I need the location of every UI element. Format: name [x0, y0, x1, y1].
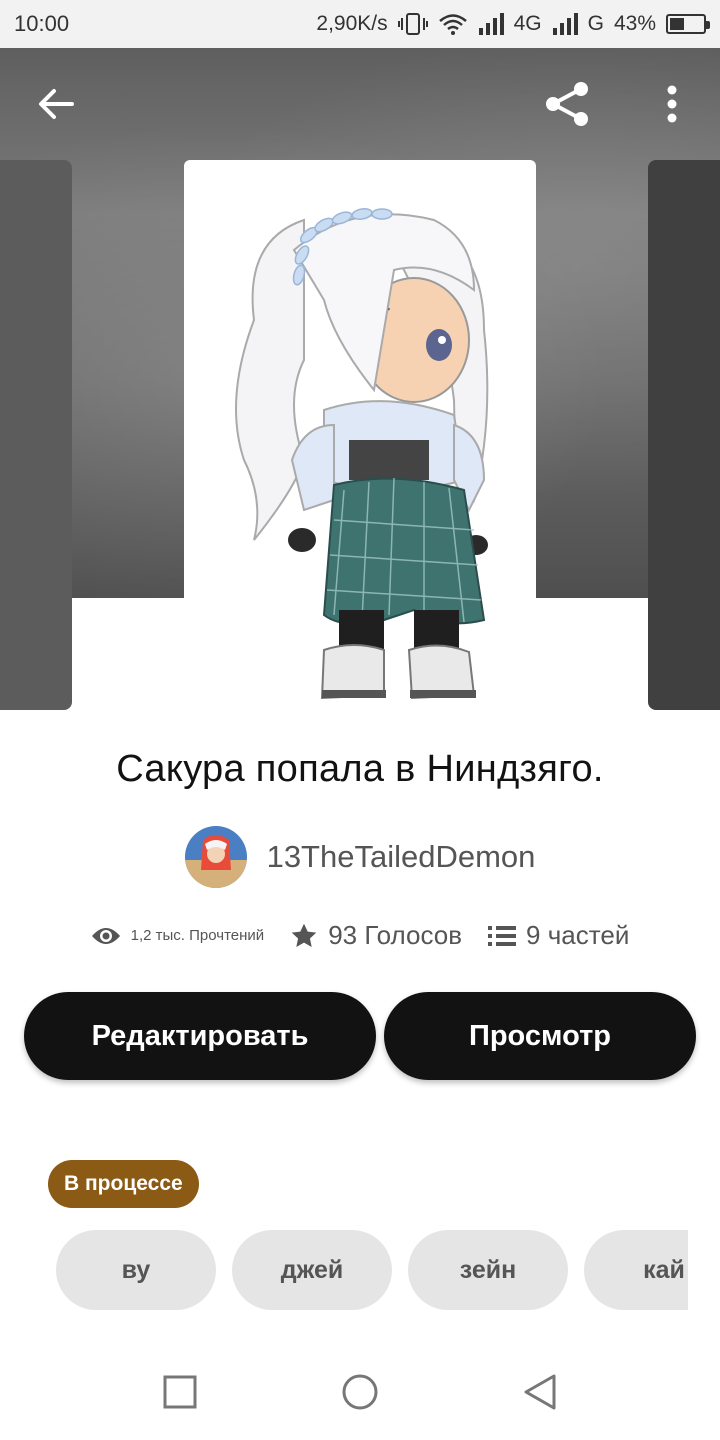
network-type-2: G: [587, 12, 604, 35]
next-cover-card[interactable]: [648, 160, 720, 710]
more-vertical-icon: [667, 85, 677, 123]
author-link[interactable]: 13TheTailedDemon: [0, 826, 720, 888]
circle-icon: [342, 1374, 378, 1410]
tags-track: ву джей зейн кай: [56, 1230, 688, 1310]
square-icon: [163, 1375, 197, 1409]
net-speed: 2,90K/s: [316, 12, 388, 35]
star-icon: [291, 923, 317, 947]
screen: 10:00 2,90K/s 4G G 43% Сакура попала в Н…: [0, 0, 720, 1440]
view-button[interactable]: Просмотр: [384, 992, 696, 1080]
author-name[interactable]: 13TheTailedDemon: [267, 839, 536, 875]
list-icon: [488, 925, 517, 946]
status-time: 10:00: [14, 11, 70, 36]
arrow-left-icon: [39, 89, 74, 119]
reads-stat: 1,2 тыс. Прочтений: [91, 925, 265, 947]
parts-count: 9 частей: [526, 920, 630, 950]
more-options-button[interactable]: [650, 76, 694, 132]
status-bar: 10:00 2,90K/s 4G G 43%: [0, 0, 720, 48]
system-nav-bar: [0, 1344, 720, 1440]
votes-stat: 93 Голосов: [290, 920, 462, 951]
reads-count: 1,2 тыс. Прочтений: [130, 927, 265, 944]
network-type-1: 4G: [513, 12, 542, 35]
home-button[interactable]: [340, 1372, 380, 1412]
status-badge: В процессе: [48, 1160, 199, 1208]
cover-character-illustration: [235, 208, 489, 700]
vibrate-icon: [397, 12, 428, 36]
tags-list[interactable]: ву джей зейн кай: [56, 1230, 688, 1312]
eye-icon: [91, 927, 120, 944]
tag-chip[interactable]: ву: [56, 1230, 216, 1310]
battery-fill: [670, 18, 684, 30]
tag-chip[interactable]: кай: [584, 1230, 688, 1310]
previous-cover-card[interactable]: [0, 160, 72, 710]
tag-chip[interactable]: зейн: [408, 1230, 568, 1310]
back-button[interactable]: [30, 78, 82, 130]
wifi-icon: [438, 12, 468, 36]
share-button[interactable]: [538, 76, 598, 132]
parts-stat: 9 частей: [488, 920, 629, 951]
status-icons: 2,90K/s 4G G 43%: [316, 12, 710, 36]
battery-percent: 43%: [613, 12, 656, 35]
story-stats: 1,2 тыс. Прочтений 93 Голосов 9 частей: [0, 920, 720, 951]
recents-button[interactable]: [160, 1372, 200, 1412]
battery-icon: [666, 14, 710, 34]
back-nav-button[interactable]: [520, 1372, 560, 1412]
story-cover-image[interactable]: [184, 160, 536, 710]
author-avatar[interactable]: [184, 826, 247, 888]
signal-icon-2: [552, 13, 578, 35]
signal-icon: [478, 13, 504, 35]
tag-chip[interactable]: джей: [232, 1230, 392, 1310]
triangle-back-icon: [524, 1374, 556, 1410]
toolbar: [0, 48, 720, 160]
votes-count: 93 Голосов: [328, 920, 463, 950]
share-icon: [546, 82, 588, 126]
story-title: Сакура попала в Ниндзяго.: [116, 748, 604, 790]
edit-button[interactable]: Редактировать: [24, 992, 376, 1080]
